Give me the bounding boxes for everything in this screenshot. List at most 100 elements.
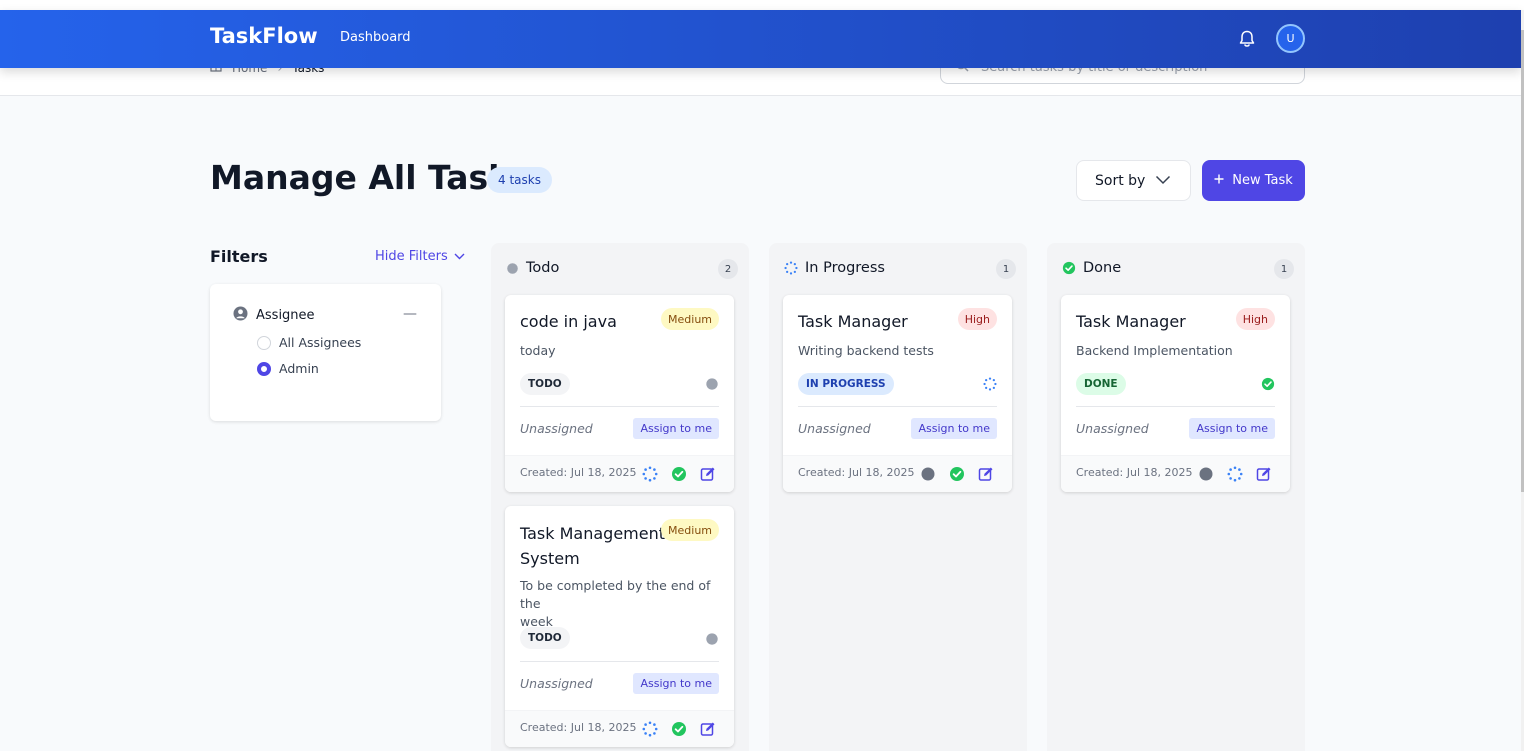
created-date: Created: Jul 18, 2025 [798, 466, 915, 479]
brand-logo[interactable]: TaskFlow [210, 24, 318, 48]
task-title[interactable]: Task Manager [1076, 309, 1186, 334]
assignee-filter-label: Assignee [256, 308, 315, 323]
task-description: today [520, 343, 556, 358]
in-progress-spinner-icon [983, 377, 997, 391]
column-title: In Progress [805, 260, 885, 276]
task-title-line: Task Management [520, 524, 666, 543]
task-card[interactable]: Task Manager High Writing backend tests … [783, 295, 1012, 492]
task-card[interactable]: Task Manager High Backend Implementation… [1061, 295, 1290, 492]
new-task-button[interactable]: New Task [1202, 160, 1305, 201]
sort-by-button[interactable]: Sort by [1076, 160, 1191, 201]
assignee-filter-card: Assignee — All Assignees Admin [210, 284, 441, 421]
card-actions [642, 466, 716, 482]
card-footer: Created: Jul 18, 2025 [505, 710, 734, 747]
task-card[interactable]: Task Management System Medium To be comp… [505, 506, 734, 747]
move-to-in-progress-icon[interactable] [642, 721, 658, 737]
filter-option-label: All Assignees [279, 335, 362, 350]
task-card[interactable]: code in java Medium today TODO Unassigne… [505, 295, 734, 492]
page-title: Manage All Tasks [210, 158, 530, 197]
assign-to-me-button[interactable]: Assign to me [911, 418, 997, 439]
status-badge: TODO [520, 373, 570, 395]
assignee-text: Unassigned [520, 421, 593, 436]
done-check-icon [1261, 377, 1275, 391]
move-to-done-icon[interactable] [671, 721, 687, 737]
column-title: Todo [526, 260, 560, 276]
column-count: 1 [996, 259, 1016, 279]
card-divider [798, 406, 997, 407]
move-to-todo-icon[interactable] [920, 466, 936, 482]
card-footer: Created: Jul 18, 2025 [1061, 455, 1290, 492]
browser-top-strip [0, 0, 1524, 10]
filter-option-all-assignees[interactable]: All Assignees [257, 335, 361, 350]
card-actions [1198, 466, 1272, 482]
assignee-text: Unassigned [520, 676, 593, 691]
radio-unselected[interactable] [257, 335, 271, 350]
edit-icon[interactable] [700, 721, 716, 737]
task-count-badge: 4 tasks [487, 167, 552, 193]
priority-badge: Medium [661, 308, 719, 330]
collapse-minus-icon[interactable]: — [403, 306, 417, 322]
todo-dot-icon [705, 632, 719, 646]
bell-icon[interactable] [1237, 29, 1257, 49]
radio-selected[interactable] [257, 361, 271, 376]
task-description: Backend Implementation [1076, 343, 1233, 358]
hide-filters-label: Hide Filters [375, 249, 448, 264]
assign-to-me-button[interactable]: Assign to me [633, 673, 719, 694]
card-divider [1076, 406, 1275, 407]
edit-icon[interactable] [700, 466, 716, 482]
filter-option-admin[interactable]: Admin [257, 361, 319, 376]
chevron-down-icon [454, 249, 465, 264]
nav-link-dashboard[interactable]: Dashboard [340, 30, 411, 45]
assignee-filter-header[interactable]: Assignee [233, 306, 315, 325]
card-divider [520, 406, 719, 407]
plus-icon [1214, 173, 1224, 188]
card-footer: Created: Jul 18, 2025 [505, 455, 734, 492]
status-badge: TODO [520, 627, 570, 649]
task-title[interactable]: Task Manager [798, 309, 908, 334]
column-title: Done [1083, 260, 1122, 276]
card-footer: Created: Jul 18, 2025 [783, 455, 1012, 492]
assign-to-me-button[interactable]: Assign to me [633, 418, 719, 439]
task-title[interactable]: Task Management System [520, 521, 665, 571]
column-count: 1 [1274, 259, 1294, 279]
hide-filters-toggle[interactable]: Hide Filters [375, 249, 465, 264]
todo-dot-icon [506, 262, 519, 275]
user-circle-icon [233, 306, 248, 325]
done-check-icon [1062, 261, 1076, 275]
edit-icon[interactable] [978, 466, 994, 482]
task-title[interactable]: code in java [520, 309, 617, 334]
created-date: Created: Jul 18, 2025 [520, 466, 637, 479]
created-date: Created: Jul 18, 2025 [1076, 466, 1193, 479]
status-badge: DONE [1076, 373, 1126, 395]
move-to-in-progress-icon[interactable] [642, 466, 658, 482]
column-header-done: Done [1062, 260, 1121, 276]
column-count: 2 [718, 259, 738, 279]
priority-badge: Medium [661, 519, 719, 541]
card-actions [642, 721, 716, 737]
column-todo: Todo 2 code in java Medium today TODO Un… [491, 243, 749, 751]
filter-option-label: Admin [279, 361, 319, 376]
edit-icon[interactable] [1256, 466, 1272, 482]
sort-by-label: Sort by [1095, 172, 1146, 189]
filters-title: Filters [210, 247, 268, 266]
todo-dot-icon [705, 377, 719, 391]
card-actions [920, 466, 994, 482]
task-description: Writing backend tests [798, 343, 934, 358]
card-divider [520, 661, 719, 662]
assignee-text: Unassigned [1076, 421, 1149, 436]
task-description: To be completed by the end of the week [520, 577, 734, 631]
created-date: Created: Jul 18, 2025 [520, 721, 637, 734]
move-to-done-icon[interactable] [949, 466, 965, 482]
priority-badge: High [957, 308, 997, 330]
in-progress-spinner-icon [784, 261, 798, 275]
top-navbar: TaskFlow Dashboard U [0, 10, 1521, 68]
assign-to-me-button[interactable]: Assign to me [1189, 418, 1275, 439]
move-to-in-progress-icon[interactable] [1227, 466, 1243, 482]
status-badge: IN PROGRESS [798, 373, 894, 395]
column-header-in-progress: In Progress [784, 260, 885, 276]
move-to-todo-icon[interactable] [1198, 466, 1214, 482]
column-header-todo: Todo [506, 260, 559, 276]
user-avatar[interactable]: U [1276, 24, 1305, 53]
move-to-done-icon[interactable] [671, 466, 687, 482]
column-in-progress: In Progress 1 Task Manager High Writing … [769, 243, 1027, 751]
